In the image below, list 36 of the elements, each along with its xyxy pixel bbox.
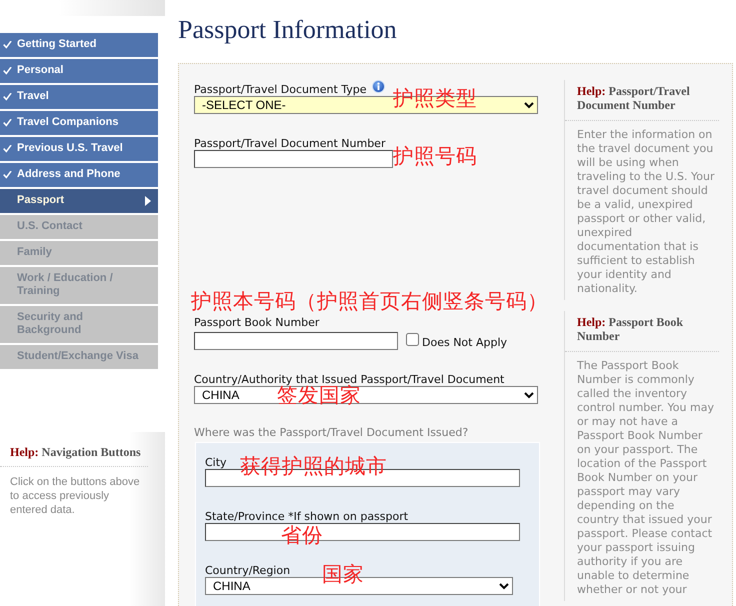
sidebar-item[interactable]: Getting Started xyxy=(0,33,158,57)
field-label: Passport Book Number xyxy=(194,316,320,329)
check-icon xyxy=(3,171,12,179)
annotation-text: 护照本号码（护照首页右侧竖条号码） xyxy=(191,289,548,314)
annotation-text: 护照号码 xyxy=(393,144,477,169)
sidebar-item[interactable]: Previous U.S. Travel xyxy=(0,137,158,161)
caret-icon xyxy=(145,196,151,206)
sidebar-item[interactable]: Personal xyxy=(0,59,158,83)
field-label: Passport/Travel Document Number xyxy=(194,137,386,150)
field-label: Country/Authority that Issued Passport/Travel Document xyxy=(194,373,504,386)
check-icon xyxy=(3,67,12,75)
check-icon xyxy=(3,119,12,127)
field-label: State/Province *If shown on passport xyxy=(205,510,408,523)
help-text: The Passport Book Number is commonly called the inventory control number. You may or may not have a Passport Book Number on your passport. The location of the Passport Book Number on your passport may vary depending on the country that issued your passport. Please contact your passport issuing authority if you are unable to determine whether or not your xyxy=(577,359,715,597)
question-text: Where was the Passport/Travel Document Issued? xyxy=(194,426,470,439)
check-icon xyxy=(3,93,12,101)
help-heading: Help: Passport/Travel Document Number xyxy=(577,84,691,112)
help-text: Click on the buttons above to access previously entered data. xyxy=(9,475,141,517)
page-title: Passport Information xyxy=(178,14,398,45)
field-label: Passport/Travel Document Type xyxy=(194,83,367,96)
sidebar-item[interactable]: Passport xyxy=(0,189,158,213)
sidebar-item[interactable]: Travel Companions xyxy=(0,111,158,135)
input-field[interactable] xyxy=(194,332,398,350)
sidebar-item[interactable]: Address and Phone xyxy=(0,163,158,187)
checkbox[interactable] xyxy=(406,333,419,346)
sidebar-item[interactable]: Travel xyxy=(0,85,158,109)
field-label: City xyxy=(205,456,227,469)
input-field[interactable] xyxy=(194,150,393,168)
help-heading: Help: Passport Book Number xyxy=(577,315,684,343)
field-label: Country/Region xyxy=(205,564,290,577)
check-icon xyxy=(3,145,12,153)
checkbox-label: Does Not Apply xyxy=(422,336,508,349)
help-heading: Help: Navigation Buttons xyxy=(9,445,142,459)
help-text: Enter the information on the travel document you will be using when traveling to the U.S. Your travel document should be a valid, unexpired passport or other valid, unexpired documentation that is sufficient to establish your identity and nationality. xyxy=(577,128,715,296)
info-icon[interactable] xyxy=(372,80,385,93)
check-icon xyxy=(3,41,12,49)
